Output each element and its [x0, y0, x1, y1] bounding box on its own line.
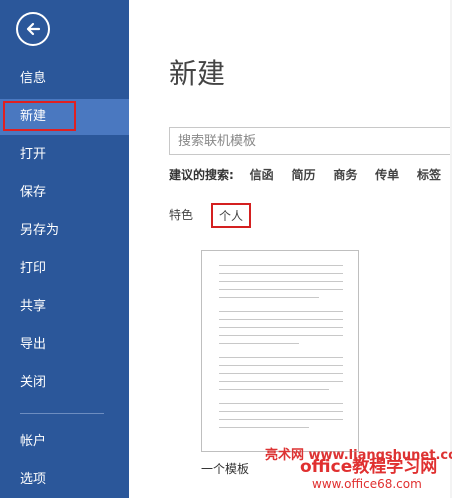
sidebar-item-options[interactable]: 选项: [0, 462, 129, 498]
sidebar-item-save[interactable]: 保存: [0, 175, 129, 211]
watermark-line-3: www.office68.com: [312, 477, 422, 491]
suggested-search-resume[interactable]: 简历: [291, 166, 315, 183]
suggested-search-business[interactable]: 商务: [333, 166, 357, 183]
tab-featured[interactable]: 特色: [169, 206, 193, 223]
watermark-line-2: office教程学习网: [300, 457, 438, 477]
sidebar-item-account[interactable]: 帐户: [0, 424, 129, 460]
back-arrow-icon[interactable]: [16, 12, 50, 46]
sidebar-item-print[interactable]: 打印: [0, 251, 129, 287]
suggested-search-labels[interactable]: 标签: [417, 166, 441, 183]
new-document-pane: 新建 建议的搜索: 信函 简历 商务 传单 标签 特色 个人 一个模板: [129, 0, 452, 498]
sidebar-item-close[interactable]: 关闭: [0, 365, 129, 401]
template-label: 一个模板: [201, 462, 250, 476]
sidebar-divider: [20, 413, 104, 414]
tab-personal[interactable]: 个人: [211, 203, 252, 228]
backstage-sidebar: 信息 新建 打开 保存 另存为 打印 共享 导出 关闭 帐户 选项: [0, 0, 129, 498]
sidebar-item-share[interactable]: 共享: [0, 289, 129, 325]
sidebar-item-save-as[interactable]: 另存为: [0, 213, 129, 249]
suggested-search-flyers[interactable]: 传单: [375, 166, 399, 183]
sidebar-item-open[interactable]: 打开: [0, 137, 129, 173]
template-thumbnail[interactable]: [201, 250, 359, 452]
template-search-box[interactable]: [169, 127, 452, 155]
template-search-input[interactable]: [170, 128, 452, 154]
suggested-searches-label: 建议的搜索:: [169, 168, 234, 182]
suggested-searches: 建议的搜索: 信函 简历 商务 传单 标签: [169, 166, 452, 183]
suggested-search-letters[interactable]: 信函: [250, 166, 274, 183]
sidebar-item-export[interactable]: 导出: [0, 327, 129, 363]
sidebar-item-info[interactable]: 信息: [0, 61, 129, 97]
page-title: 新建: [169, 57, 226, 90]
new-highlight-box: [3, 101, 76, 131]
